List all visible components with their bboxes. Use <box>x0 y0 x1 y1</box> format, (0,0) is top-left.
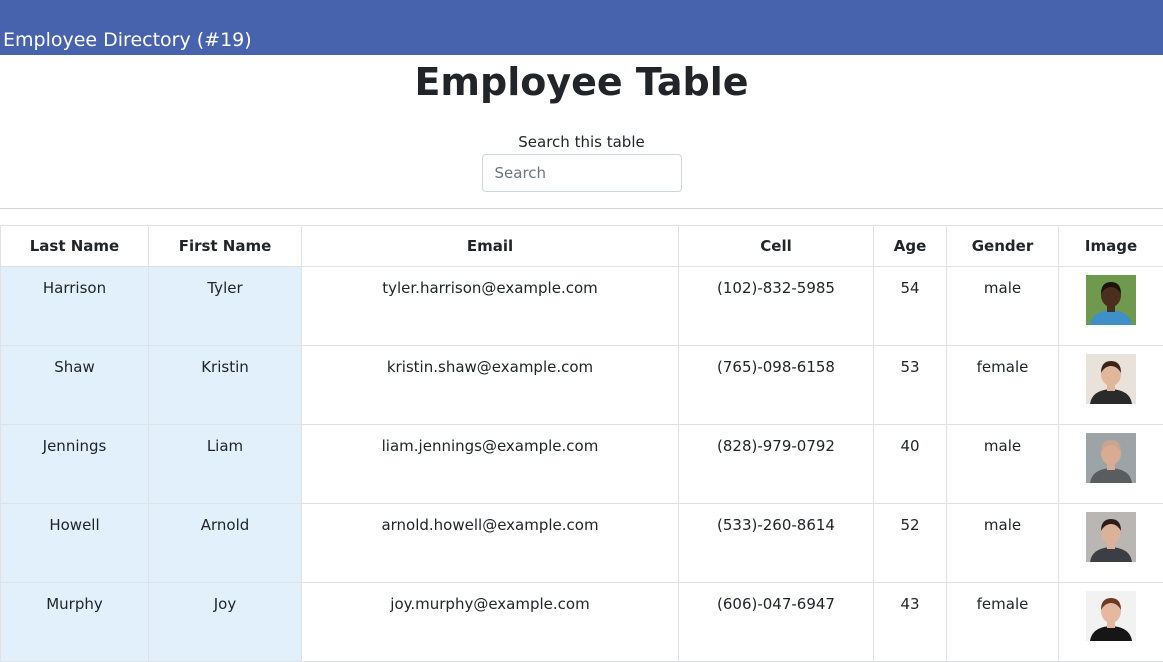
cell-age: 43 <box>874 583 947 662</box>
cell-first-name: Liam <box>149 425 302 504</box>
cell-first-name: Joy <box>149 583 302 662</box>
cell-first-name: Tyler <box>149 267 302 346</box>
table-row: HowellArnoldarnold.howell@example.com(53… <box>1 504 1163 583</box>
page-title: Employee Table <box>0 55 1163 105</box>
cell-phone: (606)-047-6947 <box>679 583 874 662</box>
cell-image <box>1059 267 1163 346</box>
cell-age: 52 <box>874 504 947 583</box>
cell-age: 54 <box>874 267 947 346</box>
employee-photo <box>1086 354 1136 404</box>
cell-phone: (828)-979-0792 <box>679 425 874 504</box>
cell-email: liam.jennings@example.com <box>302 425 679 504</box>
column-header-age[interactable]: Age <box>874 226 947 267</box>
cell-email: arnold.howell@example.com <box>302 504 679 583</box>
column-header-image[interactable]: Image <box>1059 226 1163 267</box>
cell-phone: (765)-098-6158 <box>679 346 874 425</box>
cell-gender: female <box>947 583 1059 662</box>
cell-last-name: Shaw <box>1 346 149 425</box>
cell-gender: male <box>947 267 1059 346</box>
cell-image <box>1059 583 1163 662</box>
table-row: MurphyJoyjoy.murphy@example.com(606)-047… <box>1 583 1163 662</box>
cell-email: joy.murphy@example.com <box>302 583 679 662</box>
cell-gender: female <box>947 346 1059 425</box>
cell-email: kristin.shaw@example.com <box>302 346 679 425</box>
table-header-row: Last Name First Name Email Cell Age Gend… <box>1 226 1163 267</box>
cell-gender: male <box>947 425 1059 504</box>
employee-photo <box>1086 433 1136 483</box>
search-label: Search this table <box>0 133 1163 151</box>
table-row: JenningsLiamliam.jennings@example.com(82… <box>1 425 1163 504</box>
cell-image <box>1059 346 1163 425</box>
cell-last-name: Howell <box>1 504 149 583</box>
search-form: Search this table <box>0 133 1163 192</box>
cell-last-name: Harrison <box>1 267 149 346</box>
table-row: ShawKristinkristin.shaw@example.com(765)… <box>1 346 1163 425</box>
employee-photo <box>1086 275 1136 325</box>
column-header-first-name[interactable]: First Name <box>149 226 302 267</box>
table-row: HarrisonTylertyler.harrison@example.com(… <box>1 267 1163 346</box>
employee-table: Last Name First Name Email Cell Age Gend… <box>0 225 1163 662</box>
cell-phone: (533)-260-8614 <box>679 504 874 583</box>
navbar: Employee Directory (#19) <box>0 0 1163 55</box>
cell-last-name: Jennings <box>1 425 149 504</box>
search-input[interactable] <box>482 154 682 192</box>
cell-last-name: Murphy <box>1 583 149 662</box>
employee-photo <box>1086 512 1136 562</box>
employee-photo <box>1086 591 1136 641</box>
column-header-last-name[interactable]: Last Name <box>1 226 149 267</box>
cell-email: tyler.harrison@example.com <box>302 267 679 346</box>
cell-age: 53 <box>874 346 947 425</box>
cell-gender: male <box>947 504 1059 583</box>
column-header-cell[interactable]: Cell <box>679 226 874 267</box>
cell-image <box>1059 504 1163 583</box>
cell-first-name: Kristin <box>149 346 302 425</box>
cell-age: 40 <box>874 425 947 504</box>
cell-phone: (102)-832-5985 <box>679 267 874 346</box>
column-header-gender[interactable]: Gender <box>947 226 1059 267</box>
navbar-brand[interactable]: Employee Directory (#19) <box>3 28 252 52</box>
divider <box>0 208 1163 209</box>
cell-first-name: Arnold <box>149 504 302 583</box>
cell-image <box>1059 425 1163 504</box>
column-header-email[interactable]: Email <box>302 226 679 267</box>
